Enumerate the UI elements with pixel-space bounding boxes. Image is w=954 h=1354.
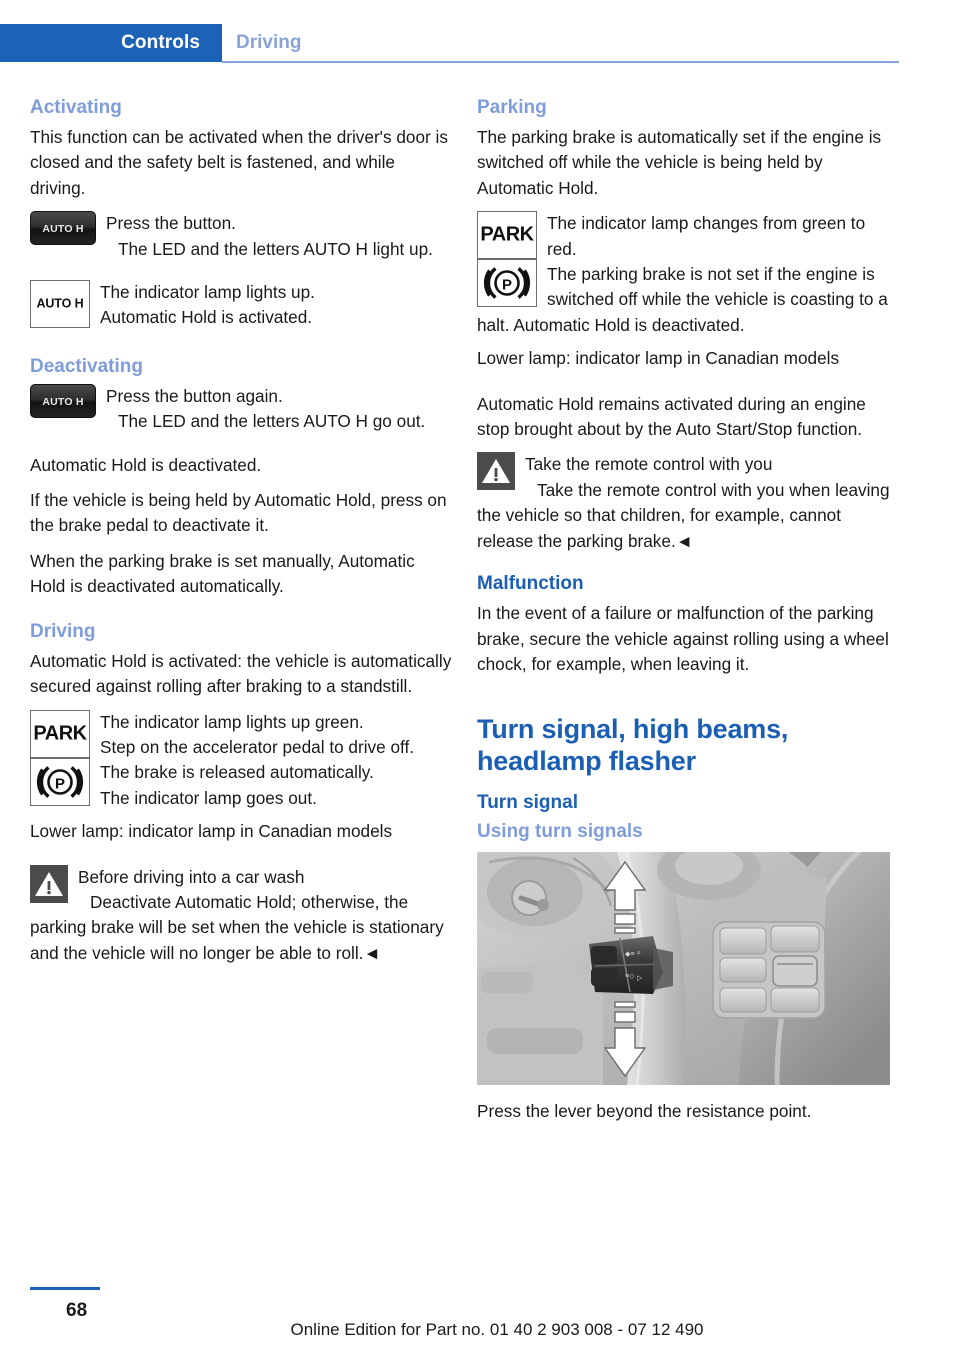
header-divider (222, 61, 899, 63)
warning-triangle-icon (30, 864, 68, 903)
heading-malfunction: Malfunction (477, 573, 584, 595)
heading-deactivating: Deactivating (30, 355, 143, 377)
parking-intro: The parking brake is automatically set i… (477, 127, 882, 198)
parking-brake-lamp-box: P (30, 757, 90, 806)
warning-remote-control: Take the remote control with you Take th… (477, 452, 899, 554)
heading-driving: Driving (30, 620, 96, 642)
park-lamp-label: PARK (480, 223, 534, 246)
driving-line-3: The brake is released automatically. (100, 762, 374, 783)
svg-text:◆≡: ◆≡ (625, 951, 634, 958)
parking-canadian-note: Lower lamp: indicator lamp in Canadian m… (477, 348, 840, 369)
warning-triangle-icon (477, 452, 515, 491)
svg-text:P: P (502, 277, 512, 294)
page-number: 68 (66, 1300, 88, 1321)
svg-text:P: P (55, 775, 65, 792)
driving-line-1: The indicator lamp lights up green. (100, 711, 364, 732)
auto-h-button-label: AUTO H (30, 211, 96, 246)
park-indicator-lamp-icon: PARK (477, 211, 537, 260)
heading-activating: Activating (30, 97, 122, 118)
warning-triangle-box (477, 452, 515, 491)
heading-turn-signal: Turn signal (477, 792, 578, 814)
activating-step-2: AUTO H The indicator lamp lights up. Aut… (30, 280, 452, 331)
warning-triangle-box (30, 864, 68, 903)
heading-parking: Parking (477, 97, 547, 118)
activating-intro: This function can be activated when the … (30, 127, 448, 198)
page-header: Controls Driving (0, 24, 954, 62)
deactivating-step-1: AUTO H Press the button again. The LED a… (30, 383, 452, 435)
breadcrumb-tab-controls[interactable]: Controls (0, 24, 222, 62)
driving-canadian-note: Lower lamp: indicator lamp in Canadian m… (30, 821, 393, 842)
parking-brake-lamp-box: P (477, 259, 537, 308)
footer-divider (30, 1287, 100, 1290)
left-column: Activating This function can be activate… (30, 96, 452, 974)
heading-using-turn-signals: Using turn signals (477, 821, 643, 843)
warning-remote-title: Take the remote control with you (525, 454, 773, 475)
warning-car-wash-title: Before driving into a car wash (78, 866, 305, 887)
park-indicator-lamp-icon: PARK (30, 709, 90, 758)
parking-auto-startstop-para: Automatic Hold remains activated during … (477, 393, 866, 440)
deactivating-para-2: If the vehicle is being held by Automati… (30, 490, 447, 536)
park-lamp-box: PARK (477, 211, 537, 260)
auto-h-indicator-lamp-icon: AUTO H (30, 280, 90, 329)
parking-line-2: The parking brake is not set if the engi… (477, 264, 888, 335)
parking-indicator-block: PARK P The indicator lamp changes from g… (477, 211, 899, 338)
driving-line-4: The indicator lamp goes out. (100, 787, 317, 808)
svg-text:▷: ▷ (637, 975, 643, 982)
deactivating-para-3: When the parking brake is set manually, … (30, 550, 415, 597)
svg-text:▵: ▵ (637, 949, 641, 956)
turn-signal-lever-photo: ◆≡ ≡◇ ▵ ▷ (477, 852, 890, 1086)
chapter-title-turn-signal: Turn signal, high beams, headlamp flashe… (477, 714, 789, 777)
malfunction-body: In the event of a failure or malfunction… (477, 603, 889, 674)
breadcrumb-section-driving[interactable]: Driving (236, 24, 301, 62)
warning-remote-body: Take the remote control with you when le… (477, 479, 890, 551)
auto-h-button-icon: AUTO H (30, 383, 96, 418)
activating-step-1: AUTO H Press the button. The LED and the… (30, 211, 452, 262)
right-column: Parking The parking brake is automatical… (477, 96, 899, 1142)
parking-brake-lamp-icon: P (477, 259, 537, 308)
park-lamp-label: PARK (33, 721, 87, 744)
activating-step2-line2: Automatic Hold is activated. (100, 307, 313, 328)
auto-h-button-icon: AUTO H (30, 211, 96, 246)
edition-notice: Online Edition for Part no. 01 40 2 903 … (290, 1320, 704, 1339)
auto-h-lamp-label: AUTO H (36, 296, 84, 311)
activating-step2-line1: The indicator lamp lights up. (100, 282, 315, 303)
parking-line-1: The indicator lamp changes from green to… (547, 213, 866, 259)
park-lamp-box: PARK (30, 709, 90, 758)
turn-signal-caption: Press the lever beyond the resistance po… (477, 1101, 812, 1122)
driving-intro: Automatic Hold is activated: the vehicle… (30, 650, 452, 697)
warning-car-wash: Before driving into a car wash Deactivat… (30, 864, 452, 967)
deactivating-para-1: Automatic Hold is deactivated. (30, 454, 262, 475)
auto-h-lamp-box: AUTO H (30, 280, 90, 329)
auto-h-button-label: AUTO H (30, 383, 96, 418)
parking-brake-lamp-icon: P (30, 757, 90, 806)
driving-indicator-block: PARK P The indicator lamp lights up gree… (30, 709, 452, 812)
warning-car-wash-body: Deactivate Automatic Hold; otherwise, th… (30, 891, 444, 963)
svg-text:≡◇: ≡◇ (625, 973, 635, 980)
driving-line-2: Step on the accelerator pedal to drive o… (100, 736, 415, 757)
